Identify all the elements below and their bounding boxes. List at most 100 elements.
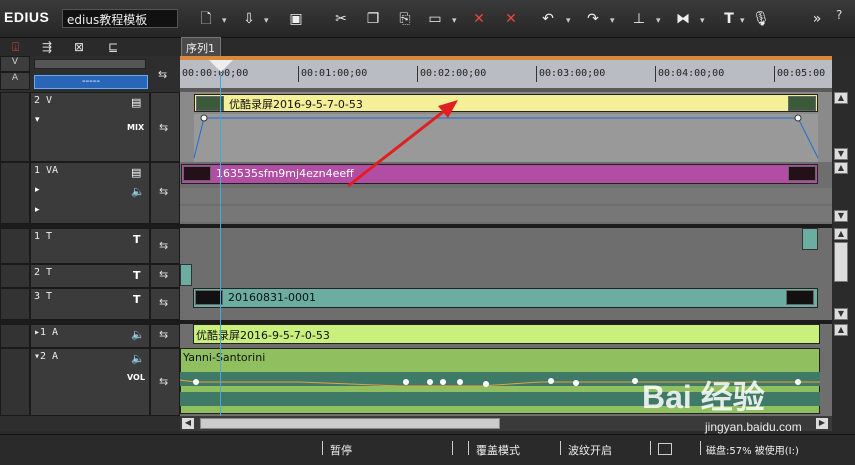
copy-icon[interactable]: ❐ — [362, 8, 384, 30]
question-icon[interactable]: ? — [836, 8, 842, 22]
scroll-down-button[interactable]: ▼ — [834, 148, 848, 160]
scroll-down-button[interactable]: ▼ — [834, 210, 848, 222]
track-sync-t2[interactable]: ⇆ — [150, 264, 180, 288]
track-lock-t2[interactable] — [0, 264, 30, 288]
vol-label: VOL — [127, 373, 145, 382]
video-mute-icon[interactable]: ▤ — [131, 96, 141, 109]
mic-icon[interactable]: 🎙 — [750, 8, 772, 30]
expand-icon[interactable]: ▸ — [35, 185, 40, 195]
track-sync-a1[interactable]: ⇆ — [150, 324, 180, 348]
track-sync-t1[interactable]: ⇆ — [150, 228, 180, 264]
app-logo: EDIUS — [4, 9, 50, 25]
swap-icon[interactable]: ⇆ — [159, 121, 168, 134]
track-selector[interactable]: ----- — [34, 75, 148, 89]
open-icon[interactable]: ⇩ — [238, 8, 260, 30]
undo-icon[interactable]: ↶ — [537, 8, 559, 30]
title-icon[interactable]: T — [718, 8, 740, 30]
tab-sequence[interactable]: 序列1 — [181, 37, 221, 56]
track-label: 1 VA — [34, 165, 59, 176]
swap-icon[interactable]: ⇆ — [158, 68, 167, 81]
more-icon[interactable]: » — [806, 8, 828, 30]
track-header-1a[interactable]: ▸1 A 🔈 — [30, 324, 150, 348]
track-lock-a1[interactable] — [0, 324, 30, 348]
scroll-right-button[interactable]: ▶ — [816, 418, 828, 429]
swap-icon[interactable]: ⇆ — [159, 185, 168, 198]
project-name-field[interactable]: edius教程模板 — [62, 9, 178, 28]
scroll-up-button[interactable]: ▲ — [834, 92, 848, 104]
chevron-down-icon[interactable]: ▾ — [264, 16, 272, 26]
track-header-2v[interactable]: 2 V ▤ ▾ MIX — [30, 92, 150, 162]
separator — [468, 441, 469, 455]
ripple-delete-icon[interactable]: ✕ — [500, 8, 522, 30]
disk-usage-status: 磁盘:57% 被使用(I:) — [706, 446, 799, 457]
swap-icon[interactable]: ⇆ — [159, 375, 168, 388]
track-label: 3 T — [34, 291, 53, 302]
track-lock-v2[interactable] — [0, 92, 30, 162]
track-header-2a[interactable]: ▾2 A 🔈 VOL — [30, 348, 150, 416]
status-bar: 暂停 覆盖模式 波纹开启 磁盘:57% 被使用(I:) — [0, 434, 855, 465]
vertical-scrollbars: ▲ ▼ ▲ ▼ ▲ ▼ ▲ — [832, 56, 855, 431]
track-sync-a2[interactable]: ⇆ — [150, 348, 180, 416]
track-header-3t[interactable]: 3 T T — [30, 288, 150, 320]
track-lock-t1[interactable] — [0, 228, 30, 264]
track-sync-v2[interactable]: ⇆ — [150, 92, 180, 162]
ripple-status[interactable]: 波纹开启 — [568, 442, 612, 458]
track-link-icon[interactable]: ⇶ — [42, 40, 60, 54]
track-label: ▾2 A — [34, 351, 59, 362]
chevron-down-icon[interactable]: ▾ — [222, 16, 230, 26]
track-lock-t3[interactable] — [0, 288, 30, 320]
track-sync-va1[interactable]: ⇆ — [150, 162, 180, 224]
set-in-icon[interactable]: ⍗ — [12, 40, 30, 54]
track-label: 1 T — [34, 231, 53, 242]
delete-icon[interactable]: ✕ — [468, 8, 490, 30]
scroll-up-button[interactable]: ▲ — [834, 162, 848, 174]
track-header-1va[interactable]: 1 VA ▤ 🔈 ▸ ▸ — [30, 162, 150, 224]
new-file-icon[interactable]: 🗋 — [195, 8, 217, 30]
scroll-up-button[interactable]: ▲ — [834, 228, 848, 240]
video-row-marker: V — [0, 56, 30, 72]
separator — [650, 441, 651, 455]
swap-icon[interactable]: ⇆ — [159, 296, 168, 309]
clip-icon[interactable]: ▭ — [424, 8, 446, 30]
sync-icon[interactable]: ⊠ — [74, 40, 96, 54]
chevron-down-icon[interactable]: ▾ — [452, 16, 460, 26]
swap-icon[interactable]: ⇆ — [159, 239, 168, 252]
monitor-icon[interactable] — [658, 443, 672, 455]
track-header-2t[interactable]: 2 T T — [30, 264, 150, 288]
snap-icon[interactable]: ⊑ — [108, 40, 130, 54]
split-icon[interactable]: ⊥ — [628, 8, 650, 30]
cut-icon[interactable]: ✂ — [330, 8, 352, 30]
chevron-down-icon[interactable]: ▾ — [740, 16, 748, 26]
speaker-icon[interactable]: 🔈 — [131, 328, 145, 341]
redo-icon[interactable]: ↷ — [582, 8, 604, 30]
chevron-down-icon[interactable]: ▾ — [566, 16, 574, 26]
scroll-left-button[interactable]: ◀ — [182, 418, 194, 429]
overwrite-mode-status[interactable]: 覆盖模式 — [476, 442, 520, 458]
chevron-down-icon[interactable]: ▾ — [656, 16, 664, 26]
swap-icon[interactable]: ⇆ — [159, 268, 168, 281]
swap-icon[interactable]: ⇆ — [159, 328, 168, 341]
chevron-down-icon[interactable]: ▾ — [700, 16, 708, 26]
scroll-down-button[interactable]: ▼ — [834, 308, 848, 320]
scroll-up-button[interactable]: ▲ — [834, 324, 848, 336]
separator — [700, 441, 701, 455]
track-sync-t3[interactable]: ⇆ — [150, 288, 180, 320]
baidu-watermark: Bai 经验 — [642, 379, 765, 415]
paste-icon[interactable]: ⎘ — [394, 8, 416, 30]
track-lock-a2[interactable] — [0, 348, 30, 416]
speaker-icon[interactable]: 🔈 — [131, 352, 145, 365]
scroll-thumb[interactable] — [200, 418, 500, 429]
title-track-icon: T — [133, 269, 141, 282]
save-icon[interactable]: ▣ — [285, 8, 307, 30]
video-mute-icon[interactable]: ▤ — [131, 166, 141, 179]
title-track-icon: T — [133, 233, 141, 246]
chevron-down-icon[interactable]: ▾ — [610, 16, 618, 26]
group-icon[interactable]: ⧓ — [672, 8, 694, 30]
zoom-slider[interactable] — [34, 59, 146, 69]
speaker-icon[interactable]: 🔈 — [131, 185, 145, 198]
expand-icon[interactable]: ▾ — [35, 115, 40, 125]
expand-icon[interactable]: ▸ — [35, 205, 40, 215]
scroll-thumb[interactable] — [834, 242, 848, 282]
track-header-1t[interactable]: 1 T T — [30, 228, 150, 264]
track-lock-va1[interactable] — [0, 162, 30, 224]
